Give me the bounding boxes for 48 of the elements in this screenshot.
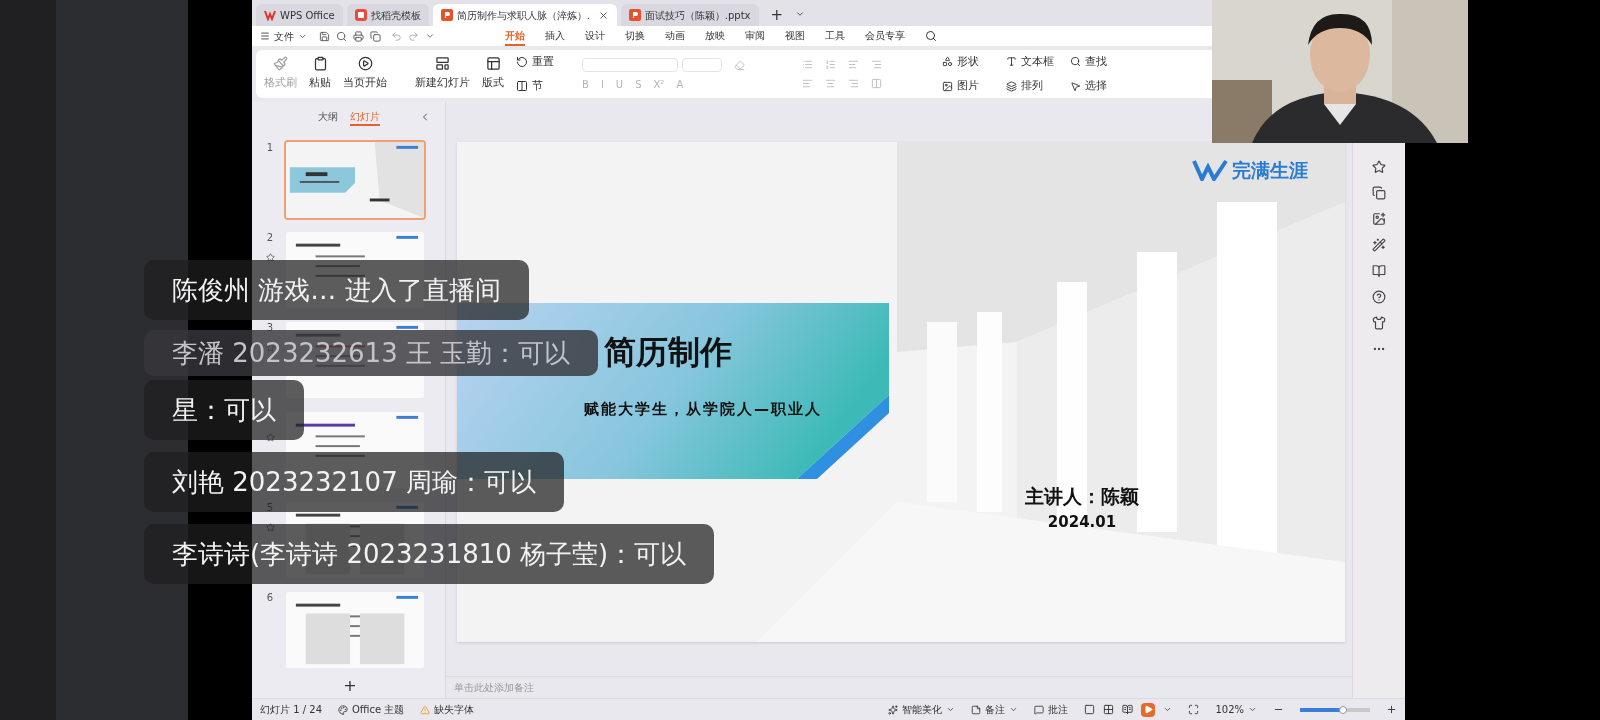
ribbon-button[interactable]: 图片 (942, 78, 990, 95)
ribbon-button[interactable]: 版式 (482, 56, 504, 92)
ribbon-button[interactable]: 排列 (1006, 78, 1054, 95)
ribbon-button[interactable]: 当页开始 (343, 56, 387, 92)
ribbon-tab[interactable]: 放映 (705, 26, 725, 46)
comments-button[interactable]: 批注 (1048, 702, 1069, 717)
chat-toast: 李潘 2023232613 王 玉勤：可以 (144, 330, 599, 376)
browser-tab[interactable]: 简历制作与求职人脉（淬炼）. (432, 4, 617, 26)
ribbon-button[interactable]: 新建幻灯片 (415, 56, 470, 92)
slide-count: 幻灯片 1 / 24 (260, 703, 322, 717)
missing-font-button[interactable]: 缺失字体 (434, 702, 475, 717)
theme-button[interactable]: Office 主题 (352, 702, 405, 717)
logo-text: 完满生涯 (1232, 158, 1308, 183)
ribbon-button[interactable]: 形状 (942, 53, 990, 70)
ribbon-button[interactable]: 粘贴 (309, 56, 331, 92)
ribbon-tab[interactable]: 视图 (785, 26, 805, 46)
ribbon-tab[interactable]: 设计 (585, 26, 605, 46)
presenter-text: 主讲人：陈颖 (1025, 484, 1139, 509)
slide-number: 1 (266, 141, 274, 155)
new-tab-button[interactable]: + (762, 4, 792, 26)
zoom-dropdown[interactable]: 102% (1215, 702, 1244, 717)
ribbon-tab[interactable]: 插入 (545, 26, 565, 46)
slide-date: 2024.01 (1047, 511, 1117, 533)
notes-button[interactable]: 备注 (985, 702, 1006, 717)
ribbon-tab[interactable]: 动画 (665, 26, 685, 46)
slide-number: 6 (266, 591, 274, 605)
ribbon-button[interactable]: 查找 (1070, 53, 1118, 70)
ribbon-button[interactable]: 节 (516, 78, 554, 95)
browser-tab[interactable]: 面试技巧（陈颖）.pptx (620, 4, 759, 26)
ribbon-tab[interactable]: 工具 (825, 26, 845, 46)
browser-tab[interactable]: 找稻壳模板 (346, 4, 429, 26)
add-slide-button[interactable]: + (340, 678, 360, 694)
ribbon-button[interactable]: 重置 (516, 53, 554, 70)
panel-tab[interactable]: 大纲 (317, 108, 338, 126)
ribbon-tab[interactable]: 会员专享 (865, 26, 905, 46)
chat-toast: 陈俊州 游戏… 进入了直播间 (144, 260, 529, 320)
slide-number: 2 (266, 231, 274, 245)
slide-title: 简历制作 (604, 332, 732, 373)
ribbon-button[interactable]: 选择 (1070, 78, 1118, 95)
ribbon-button[interactable]: 文本框 (1006, 53, 1054, 70)
file-menu-button[interactable]: 文件 (274, 28, 294, 44)
chat-toast: 星：可以 (144, 380, 304, 440)
slide-subtitle: 赋能大学生，从学院人—职业人 (584, 399, 822, 420)
beautify-button[interactable]: 智能美化 (902, 702, 943, 717)
browser-tab[interactable]: WPS Office (256, 4, 343, 26)
ribbon-tab[interactable]: 切换 (625, 26, 645, 46)
ribbon-tab[interactable]: 审阅 (745, 26, 765, 46)
chat-toast: 李诗诗(李诗诗 2023231810 杨子莹)：可以 (144, 524, 715, 584)
